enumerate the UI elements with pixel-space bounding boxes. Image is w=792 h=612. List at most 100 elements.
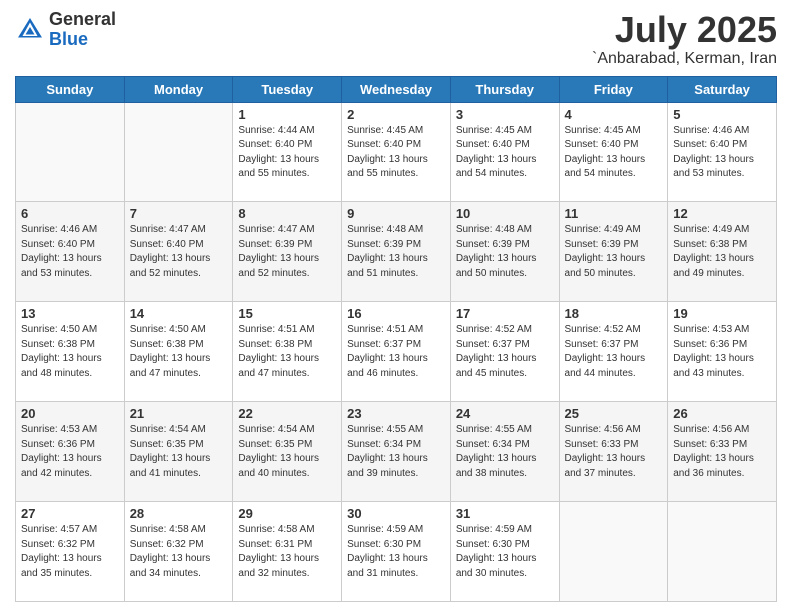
day-info: Sunrise: 4:55 AMSunset: 6:34 PMDaylight:… — [347, 423, 445, 481]
day-number: 6 — [21, 206, 119, 221]
day-info: Sunrise: 4:53 AMSunset: 6:36 PMDaylight:… — [21, 423, 119, 481]
day-number: 14 — [130, 306, 228, 321]
weekday-header-sunday: Sunday — [16, 76, 125, 102]
calendar-cell: 29 Sunrise: 4:58 AMSunset: 6:31 PMDayligh… — [233, 502, 342, 602]
month-title: July 2025 — [592, 10, 777, 50]
day-info: Sunrise: 4:54 AMSunset: 6:35 PMDaylight:… — [238, 423, 336, 481]
day-info: Sunrise: 4:59 AMSunset: 6:30 PMDaylight:… — [456, 523, 554, 581]
calendar-cell: 6 Sunrise: 4:46 AMSunset: 6:40 PMDaylight… — [16, 202, 125, 302]
weekday-header-wednesday: Wednesday — [342, 76, 451, 102]
weekday-header-row: SundayMondayTuesdayWednesdayThursdayFrid… — [16, 76, 777, 102]
week-row-3: 13 Sunrise: 4:50 AMSunset: 6:38 PMDayligh… — [16, 302, 777, 402]
calendar-cell: 16Sunrise: 4:51 AMSunset: 6:37 PMDayligh… — [342, 302, 451, 402]
calendar-cell: 25Sunrise: 4:56 AMSunset: 6:33 PMDayligh… — [559, 402, 668, 502]
page: General Blue July 2025 `Anbarabad, Kerma… — [0, 0, 792, 612]
day-info: Sunrise: 4:47 AMSunset: 6:39 PMDaylight:… — [238, 223, 336, 281]
calendar-cell: 21 Sunrise: 4:54 AMSunset: 6:35 PMDayligh… — [124, 402, 233, 502]
day-info: Sunrise: 4:54 AMSunset: 6:35 PMDaylight:… — [130, 423, 228, 481]
day-number: 16 — [347, 306, 445, 321]
calendar-cell: 11Sunrise: 4:49 AMSunset: 6:39 PMDayligh… — [559, 202, 668, 302]
weekday-header-monday: Monday — [124, 76, 233, 102]
day-number: 7 — [130, 206, 228, 221]
logo-text: General Blue — [49, 10, 116, 50]
day-number: 8 — [238, 206, 336, 221]
day-info: Sunrise: 4:48 AMSunset: 6:39 PMDaylight:… — [456, 223, 554, 281]
day-info: Sunrise: 4:52 AMSunset: 6:37 PMDaylight:… — [456, 323, 554, 381]
day-info: Sunrise: 4:46 AMSunset: 6:40 PMDaylight:… — [21, 223, 119, 281]
day-info: Sunrise: 4:56 AMSunset: 6:33 PMDaylight:… — [565, 423, 663, 481]
calendar-cell: 4Sunrise: 4:45 AMSunset: 6:40 PMDaylight… — [559, 102, 668, 202]
calendar-cell: 18 Sunrise: 4:52 AMSunset: 6:37 PMDayligh… — [559, 302, 668, 402]
calendar-cell: 15Sunrise: 4:51 AMSunset: 6:38 PMDayligh… — [233, 302, 342, 402]
calendar-cell: 8 Sunrise: 4:47 AMSunset: 6:39 PMDaylight… — [233, 202, 342, 302]
calendar-cell: 22Sunrise: 4:54 AMSunset: 6:35 PMDayligh… — [233, 402, 342, 502]
day-number: 20 — [21, 406, 119, 421]
day-number: 21 — [130, 406, 228, 421]
calendar-cell: 13 Sunrise: 4:50 AMSunset: 6:38 PMDayligh… — [16, 302, 125, 402]
week-row-5: 27 Sunrise: 4:57 AMSunset: 6:32 PMDayligh… — [16, 502, 777, 602]
day-number: 19 — [673, 306, 771, 321]
day-info: Sunrise: 4:49 AMSunset: 6:38 PMDaylight:… — [673, 223, 771, 281]
header: General Blue July 2025 `Anbarabad, Kerma… — [15, 10, 777, 68]
day-info: Sunrise: 4:58 AMSunset: 6:32 PMDaylight:… — [130, 523, 228, 581]
day-number: 15 — [238, 306, 336, 321]
logo-icon — [15, 15, 45, 45]
day-number: 13 — [21, 306, 119, 321]
calendar-cell: 28 Sunrise: 4:58 AMSunset: 6:32 PMDayligh… — [124, 502, 233, 602]
day-info: Sunrise: 4:45 AMSunset: 6:40 PMDaylight:… — [347, 124, 445, 182]
calendar-cell — [559, 502, 668, 602]
calendar-cell: 24Sunrise: 4:55 AMSunset: 6:34 PMDayligh… — [450, 402, 559, 502]
day-number: 2 — [347, 107, 445, 122]
calendar-cell: 9Sunrise: 4:48 AMSunset: 6:39 PMDaylight… — [342, 202, 451, 302]
calendar-cell — [16, 102, 125, 202]
location-title: `Anbarabad, Kerman, Iran — [592, 50, 777, 68]
day-info: Sunrise: 4:45 AMSunset: 6:40 PMDaylight:… — [456, 124, 554, 182]
calendar-cell: 5Sunrise: 4:46 AMSunset: 6:40 PMDaylight… — [668, 102, 777, 202]
day-info: Sunrise: 4:57 AMSunset: 6:32 PMDaylight:… — [21, 523, 119, 581]
logo-blue: Blue — [49, 30, 116, 50]
calendar-cell: 20 Sunrise: 4:53 AMSunset: 6:36 PMDayligh… — [16, 402, 125, 502]
day-info: Sunrise: 4:58 AMSunset: 6:31 PMDaylight:… — [238, 523, 336, 581]
calendar-cell: 1Sunrise: 4:44 AMSunset: 6:40 PMDaylight… — [233, 102, 342, 202]
calendar-cell: 27 Sunrise: 4:57 AMSunset: 6:32 PMDayligh… — [16, 502, 125, 602]
calendar-cell: 2 Sunrise: 4:45 AMSunset: 6:40 PMDaylight… — [342, 102, 451, 202]
day-info: Sunrise: 4:46 AMSunset: 6:40 PMDaylight:… — [673, 124, 771, 182]
day-info: Sunrise: 4:50 AMSunset: 6:38 PMDaylight:… — [130, 323, 228, 381]
day-number: 29 — [238, 506, 336, 521]
calendar-cell: 31Sunrise: 4:59 AMSunset: 6:30 PMDayligh… — [450, 502, 559, 602]
day-info: Sunrise: 4:48 AMSunset: 6:39 PMDaylight:… — [347, 223, 445, 281]
day-info: Sunrise: 4:50 AMSunset: 6:38 PMDaylight:… — [21, 323, 119, 381]
day-info: Sunrise: 4:45 AMSunset: 6:40 PMDaylight:… — [565, 124, 663, 182]
calendar-cell: 3Sunrise: 4:45 AMSunset: 6:40 PMDaylight… — [450, 102, 559, 202]
day-number: 23 — [347, 406, 445, 421]
day-number: 24 — [456, 406, 554, 421]
day-number: 27 — [21, 506, 119, 521]
weekday-header-friday: Friday — [559, 76, 668, 102]
week-row-1: 1Sunrise: 4:44 AMSunset: 6:40 PMDaylight… — [16, 102, 777, 202]
day-info: Sunrise: 4:53 AMSunset: 6:36 PMDaylight:… — [673, 323, 771, 381]
week-row-4: 20 Sunrise: 4:53 AMSunset: 6:36 PMDayligh… — [16, 402, 777, 502]
day-info: Sunrise: 4:59 AMSunset: 6:30 PMDaylight:… — [347, 523, 445, 581]
day-number: 30 — [347, 506, 445, 521]
calendar-cell: 23 Sunrise: 4:55 AMSunset: 6:34 PMDayligh… — [342, 402, 451, 502]
calendar-cell: 14 Sunrise: 4:50 AMSunset: 6:38 PMDayligh… — [124, 302, 233, 402]
day-number: 17 — [456, 306, 554, 321]
weekday-header-saturday: Saturday — [668, 76, 777, 102]
calendar-cell: 17 Sunrise: 4:52 AMSunset: 6:37 PMDayligh… — [450, 302, 559, 402]
day-info: Sunrise: 4:47 AMSunset: 6:40 PMDaylight:… — [130, 223, 228, 281]
calendar-cell: 30 Sunrise: 4:59 AMSunset: 6:30 PMDayligh… — [342, 502, 451, 602]
day-number: 28 — [130, 506, 228, 521]
week-row-2: 6 Sunrise: 4:46 AMSunset: 6:40 PMDaylight… — [16, 202, 777, 302]
logo: General Blue — [15, 10, 116, 50]
day-number: 18 — [565, 306, 663, 321]
day-number: 10 — [456, 206, 554, 221]
day-info: Sunrise: 4:44 AMSunset: 6:40 PMDaylight:… — [238, 124, 336, 182]
calendar-cell: 12Sunrise: 4:49 AMSunset: 6:38 PMDayligh… — [668, 202, 777, 302]
weekday-header-tuesday: Tuesday — [233, 76, 342, 102]
day-info: Sunrise: 4:49 AMSunset: 6:39 PMDaylight:… — [565, 223, 663, 281]
calendar-cell: 19 Sunrise: 4:53 AMSunset: 6:36 PMDayligh… — [668, 302, 777, 402]
calendar-cell: 26Sunrise: 4:56 AMSunset: 6:33 PMDayligh… — [668, 402, 777, 502]
day-info: Sunrise: 4:52 AMSunset: 6:37 PMDaylight:… — [565, 323, 663, 381]
weekday-header-thursday: Thursday — [450, 76, 559, 102]
calendar-cell: 7 Sunrise: 4:47 AMSunset: 6:40 PMDaylight… — [124, 202, 233, 302]
